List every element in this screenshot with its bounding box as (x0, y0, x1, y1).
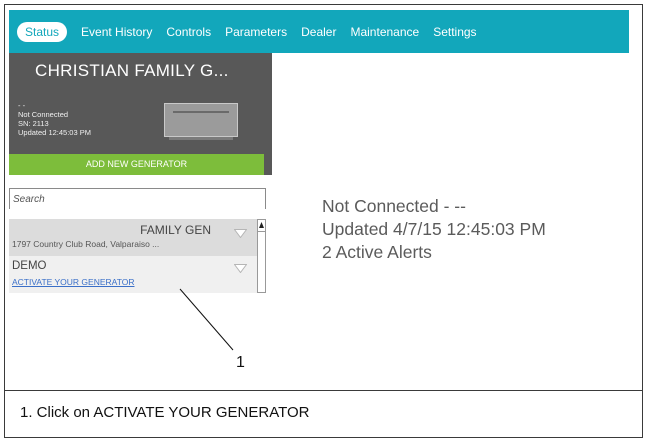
alerts-line: 2 Active Alerts (322, 242, 432, 262)
generator-title: CHRISTIAN FAMILY G... (35, 61, 229, 80)
generator-address: 1797 Country Club Road, Valparaiso ... (12, 239, 160, 249)
connection-line: Not Connected - -- (322, 196, 466, 216)
scroll-up-icon[interactable] (258, 220, 265, 232)
sidebar-edge (264, 154, 272, 175)
status-panel: Not Connected - -- Updated 4/7/15 12:45:… (322, 195, 546, 264)
top-nav: Status Event History Controls Parameters… (9, 10, 629, 53)
updated-line: Updated 4/7/15 12:45:03 PM (322, 219, 546, 239)
tab-settings[interactable]: Settings (433, 25, 476, 39)
caption-divider (4, 390, 643, 391)
tab-dealer[interactable]: Dealer (301, 25, 336, 39)
chevron-down-icon[interactable] (234, 229, 247, 238)
generator-name: FAMILY GEN (140, 223, 211, 237)
tab-event-history[interactable]: Event History (81, 25, 152, 39)
tab-controls[interactable]: Controls (166, 25, 211, 39)
generator-dash: - - (18, 101, 26, 110)
tab-parameters[interactable]: Parameters (225, 25, 287, 39)
search-box (9, 188, 266, 209)
list-scrollbar[interactable] (257, 219, 266, 293)
tab-maintenance[interactable]: Maintenance (350, 25, 419, 39)
connection-status: Not Connected (18, 110, 69, 119)
serial-number: SN: 2113 (18, 119, 49, 128)
activate-generator-link[interactable]: ACTIVATE YOUR GENERATOR (12, 277, 134, 287)
callout-number: 1 (236, 354, 245, 371)
list-item[interactable]: FAMILY GEN 1797 Country Club Road, Valpa… (9, 219, 257, 256)
chevron-down-icon[interactable] (234, 264, 247, 273)
generator-list: FAMILY GEN 1797 Country Club Road, Valpa… (9, 219, 257, 293)
search-input[interactable] (10, 190, 265, 209)
generator-icon (164, 103, 238, 140)
tab-status[interactable]: Status (17, 21, 68, 42)
generator-header: CHRISTIAN FAMILY G... - - Not Connected … (9, 53, 272, 154)
generator-name: DEMO (12, 260, 47, 272)
add-generator-button[interactable]: ADD NEW GENERATOR (9, 154, 264, 175)
list-item[interactable]: DEMO ACTIVATE YOUR GENERATOR (9, 256, 257, 293)
updated-time: Updated 12:45:03 PM (18, 128, 91, 137)
generator-meta: - - Not Connected SN: 2113 Updated 12:45… (18, 101, 91, 137)
figure-caption: 1. Click on ACTIVATE YOUR GENERATOR (20, 404, 310, 421)
